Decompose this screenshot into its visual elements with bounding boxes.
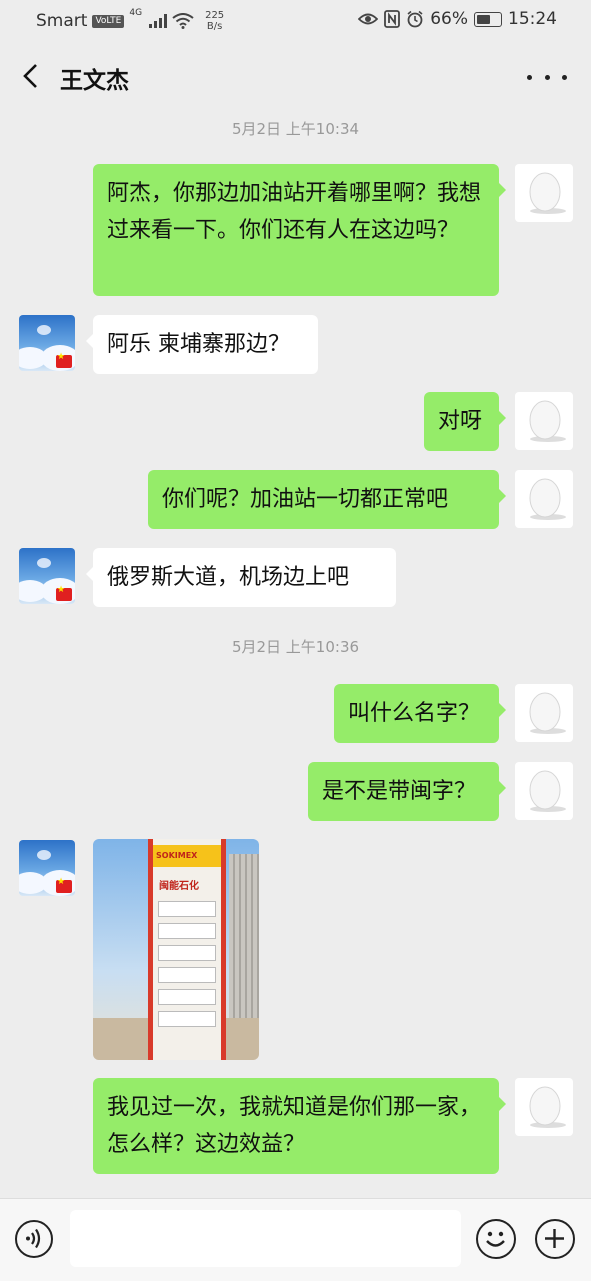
image-message[interactable]: SOKIMEX 闽能石化 (93, 839, 259, 1060)
contact-avatar[interactable] (19, 840, 75, 896)
emoji-icon[interactable] (476, 1219, 516, 1259)
message-timestamp: 5月2日 上午10:36 (231, 638, 360, 656)
carrier-label: Smart (36, 11, 88, 31)
message-timestamp: 5月2日 上午10:34 (231, 120, 360, 138)
chat-input-bar (0, 1198, 591, 1281)
chat-header: 王文杰 (0, 42, 591, 112)
my-avatar[interactable] (515, 164, 573, 222)
sign-name: 闽能石化 (159, 881, 199, 892)
my-message-bubble[interactable]: 是不是带闽字？ (308, 762, 506, 821)
wifi-icon (172, 13, 194, 29)
my-message-bubble[interactable]: 你们呢？加油站一切都正常吧 (148, 470, 506, 529)
speed-unit: B/s (206, 21, 223, 32)
volte-badge: VoLTE (92, 14, 125, 28)
contact-avatar[interactable] (19, 315, 75, 371)
battery-icon (474, 11, 502, 27)
message-input[interactable] (70, 1210, 461, 1267)
nfc-icon (384, 10, 401, 28)
network-type: 4G (129, 8, 143, 18)
my-message-bubble[interactable]: 我见过一次，我就知道是你们那一家，怎么样？这边效益？ (93, 1078, 506, 1174)
fuel-station-pylon: SOKIMEX 闽能石化 (148, 839, 226, 1060)
alarm-icon (407, 10, 423, 28)
signal-icon (149, 14, 168, 28)
status-bar: Smart VoLTE 4G 225 B/s 66% 15:24 (0, 0, 591, 42)
my-avatar[interactable] (515, 762, 573, 820)
contact-message-bubble[interactable]: 俄罗斯大道，机场边上吧 (86, 548, 396, 607)
my-avatar[interactable] (515, 684, 573, 742)
my-message-bubble[interactable]: 叫什么名字？ (334, 684, 506, 743)
back-icon[interactable] (14, 58, 46, 94)
eye-icon (358, 13, 379, 25)
chat-title: 王文杰 (60, 68, 129, 94)
battery-percent: 66% (430, 9, 468, 29)
my-message-bubble[interactable]: 阿杰，你那边加油站开着哪里啊？我想过来看一下。你们还有人在这边吗？ (93, 164, 506, 296)
my-message-bubble[interactable]: 对呀 (424, 392, 506, 451)
clock: 15:24 (508, 9, 557, 29)
network-speed: 225 B/s (205, 10, 224, 32)
more-options-icon[interactable] (527, 64, 567, 90)
voice-input-icon[interactable] (15, 1220, 53, 1258)
contact-avatar[interactable] (19, 548, 75, 604)
my-avatar[interactable] (515, 392, 573, 450)
plus-icon[interactable] (535, 1219, 575, 1259)
battery-fill (477, 14, 490, 24)
my-avatar[interactable] (515, 470, 573, 528)
sign-brand: SOKIMEX (156, 851, 198, 860)
contact-message-bubble[interactable]: 阿乐 柬埔寨那边？ (86, 315, 318, 374)
speed-value: 225 (205, 10, 225, 21)
my-avatar[interactable] (515, 1078, 573, 1136)
